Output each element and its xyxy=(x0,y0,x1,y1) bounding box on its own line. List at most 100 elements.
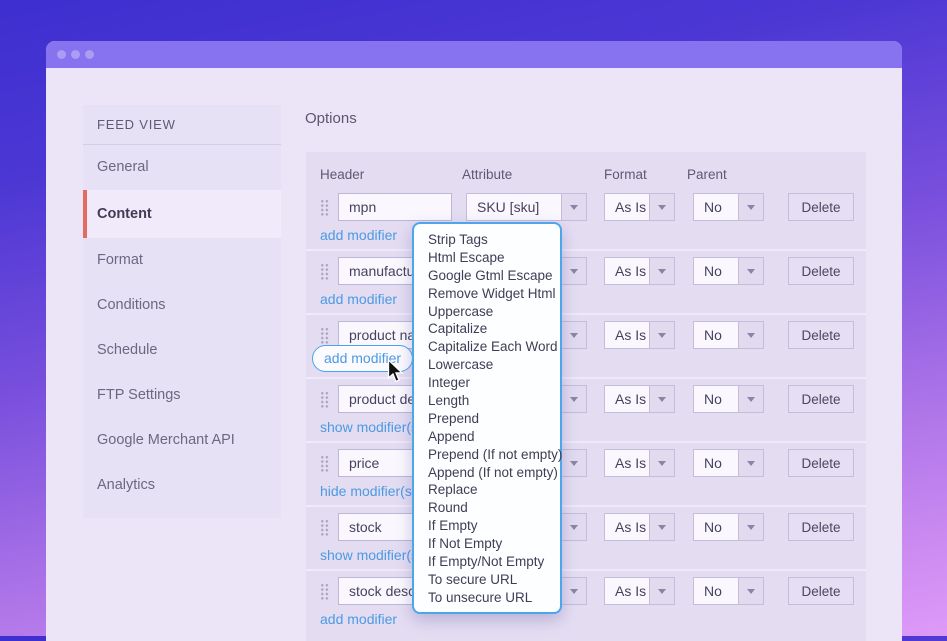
attribute-select[interactable]: SKU [sku] xyxy=(466,193,587,221)
drag-handle-icon[interactable] xyxy=(320,455,329,472)
modifier-menu-item[interactable]: Round xyxy=(428,499,560,517)
format-select-value: As Is xyxy=(605,258,649,284)
parent-select-value: No xyxy=(694,386,738,412)
modifier-menu-item[interactable]: Length xyxy=(428,392,560,410)
format-select[interactable]: As Is xyxy=(604,513,675,541)
format-select-value: As Is xyxy=(605,450,649,476)
modifier-menu-item[interactable]: Integer xyxy=(428,374,560,392)
delete-button[interactable]: Delete xyxy=(788,513,854,541)
modifier-menu-item[interactable]: Append (If not empty) xyxy=(428,464,560,482)
modifier-menu-item[interactable]: If Not Empty xyxy=(428,535,560,553)
options-table: Header Attribute Format Parent SKU [sku]… xyxy=(306,152,866,641)
chevron-down-icon xyxy=(561,322,586,348)
window-dot-2[interactable] xyxy=(71,50,80,59)
delete-button[interactable]: Delete xyxy=(788,321,854,349)
format-select-value: As Is xyxy=(605,322,649,348)
drag-handle-icon[interactable] xyxy=(320,391,329,408)
sidebar-item-ftp-settings[interactable]: FTP Settings xyxy=(83,373,281,418)
delete-button[interactable]: Delete xyxy=(788,577,854,605)
delete-button[interactable]: Delete xyxy=(788,385,854,413)
table-row: As Is No Delete add modifier xyxy=(306,321,866,385)
sidebar-item-label: Content xyxy=(97,206,152,222)
modifier-link[interactable]: add modifier xyxy=(320,227,397,243)
delete-button[interactable]: Delete xyxy=(788,257,854,285)
column-format-label: Format xyxy=(604,167,647,182)
modifier-menu-item[interactable]: Remove Widget Html xyxy=(428,285,560,303)
format-select[interactable]: As Is xyxy=(604,321,675,349)
format-select[interactable]: As Is xyxy=(604,385,675,413)
modifier-link[interactable]: add modifier xyxy=(320,611,397,627)
modifier-menu-item[interactable]: Html Escape xyxy=(428,249,560,267)
modifier-menu-item[interactable]: If Empty/Not Empty xyxy=(428,553,560,571)
drag-handle-icon[interactable] xyxy=(320,327,329,344)
format-select-value: As Is xyxy=(605,514,649,540)
drag-handle-icon[interactable] xyxy=(320,519,329,536)
parent-select-value: No xyxy=(694,258,738,284)
drag-handle-icon[interactable] xyxy=(320,199,329,216)
column-header-label: Header xyxy=(320,167,364,182)
modifier-menu-item[interactable]: Lowercase xyxy=(428,356,560,374)
format-select[interactable]: As Is xyxy=(604,193,675,221)
chevron-down-icon xyxy=(738,450,763,476)
sidebar-item-schedule[interactable]: Schedule xyxy=(83,328,281,373)
sidebar-item-analytics[interactable]: Analytics xyxy=(83,463,281,508)
sidebar-title: FEED VIEW xyxy=(83,105,281,145)
chevron-down-icon xyxy=(649,450,674,476)
parent-select[interactable]: No xyxy=(693,257,764,285)
column-parent-label: Parent xyxy=(687,167,727,182)
parent-select[interactable]: No xyxy=(693,321,764,349)
chevron-down-icon xyxy=(649,578,674,604)
sidebar-item-general[interactable]: General xyxy=(83,145,281,190)
sidebar-item-format[interactable]: Format xyxy=(83,238,281,283)
attribute-select-value: SKU [sku] xyxy=(467,194,561,220)
delete-button[interactable]: Delete xyxy=(788,449,854,477)
parent-select[interactable]: No xyxy=(693,577,764,605)
window-titlebar xyxy=(46,41,902,68)
format-select[interactable]: As Is xyxy=(604,257,675,285)
parent-select-value: No xyxy=(694,322,738,348)
modifier-menu-item[interactable]: Capitalize Each Word xyxy=(428,338,560,356)
format-select[interactable]: As Is xyxy=(604,449,675,477)
modifier-menu-item[interactable]: Uppercase xyxy=(428,303,560,321)
sidebar-item-google-merchant-api[interactable]: Google Merchant API xyxy=(83,418,281,463)
chevron-down-icon xyxy=(561,514,586,540)
modifier-menu-item[interactable]: To unsecure URL xyxy=(428,589,560,607)
delete-button[interactable]: Delete xyxy=(788,193,854,221)
modifier-menu-item[interactable]: Strip Tags xyxy=(428,231,560,249)
modifier-menu-item[interactable]: Google Gtml Escape xyxy=(428,267,560,285)
chevron-down-icon xyxy=(649,386,674,412)
format-select[interactable]: As Is xyxy=(604,577,675,605)
sidebar-item-label: General xyxy=(97,159,149,175)
drag-handle-icon[interactable] xyxy=(320,263,329,280)
chevron-down-icon xyxy=(649,194,674,220)
modifier-menu-item[interactable]: Append xyxy=(428,428,560,446)
sidebar-item-conditions[interactable]: Conditions xyxy=(83,283,281,328)
modifier-menu-item[interactable]: Replace xyxy=(428,481,560,499)
modifier-menu-item[interactable]: Prepend xyxy=(428,410,560,428)
modifier-link[interactable]: add modifier xyxy=(320,291,397,307)
format-select-value: As Is xyxy=(605,194,649,220)
modifier-menu-item[interactable]: To secure URL xyxy=(428,571,560,589)
modifier-link[interactable]: add modifier xyxy=(312,345,413,372)
window-dot-1[interactable] xyxy=(57,50,66,59)
chevron-down-icon xyxy=(738,322,763,348)
drag-handle-icon[interactable] xyxy=(320,583,329,600)
sidebar-items: General Content Format Conditions Schedu… xyxy=(83,145,281,508)
parent-select[interactable]: No xyxy=(693,385,764,413)
parent-select-value: No xyxy=(694,514,738,540)
chevron-down-icon xyxy=(738,514,763,540)
parent-select[interactable]: No xyxy=(693,193,764,221)
parent-select-value: No xyxy=(694,578,738,604)
header-input[interactable] xyxy=(338,193,452,221)
modifier-menu-item[interactable]: Prepend (If not empty) xyxy=(428,446,560,464)
modifier-menu-item[interactable]: If Empty xyxy=(428,517,560,535)
parent-select[interactable]: No xyxy=(693,513,764,541)
window-dot-3[interactable] xyxy=(85,50,94,59)
chevron-down-icon xyxy=(649,258,674,284)
sidebar-item-content[interactable]: Content xyxy=(83,190,281,238)
sidebar-item-label: FTP Settings xyxy=(97,387,181,403)
modifier-menu-item[interactable]: Capitalize xyxy=(428,320,560,338)
table-column-headers: Header Attribute Format Parent xyxy=(306,152,866,193)
parent-select[interactable]: No xyxy=(693,449,764,477)
chevron-down-icon xyxy=(561,450,586,476)
